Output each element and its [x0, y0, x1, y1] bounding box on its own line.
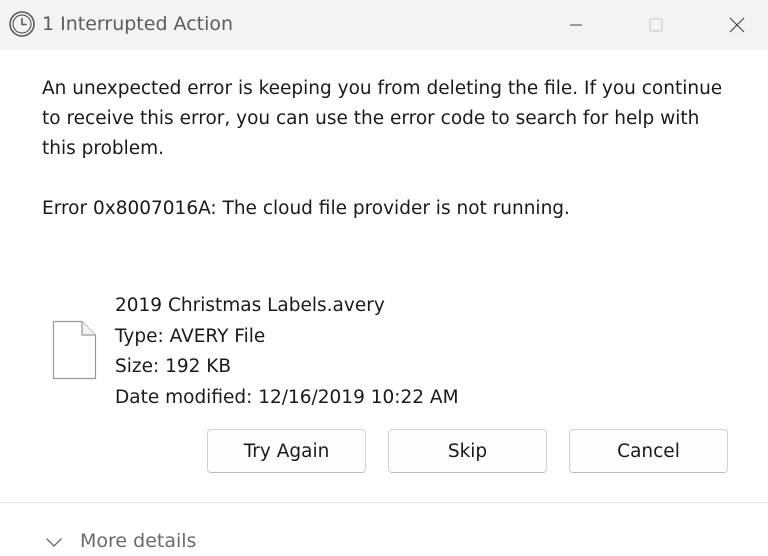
close-icon: [729, 17, 745, 33]
footer-divider: [0, 502, 768, 503]
error-code-text: Error 0x8007016A: The cloud file provide…: [42, 198, 570, 219]
message-line: to receive this error, you can use the e…: [42, 108, 700, 129]
try-again-button[interactable]: Try Again: [207, 429, 366, 473]
error-message: An unexpected error is keeping you from …: [42, 74, 742, 164]
maximize-icon: [649, 18, 663, 32]
generic-file-icon: [52, 320, 97, 380]
file-type: Type: AVERY File: [115, 325, 266, 347]
title-bar[interactable]: 1 Interrupted Action: [0, 0, 768, 50]
more-details-toggle[interactable]: More details: [44, 526, 196, 556]
message-line: An unexpected error is keeping you from …: [42, 78, 723, 99]
cancel-button[interactable]: Cancel: [569, 429, 728, 473]
window-title: 1 Interrupted Action: [42, 13, 234, 35]
file-size: Size: 192 KB: [115, 356, 232, 377]
minimize-icon: [570, 24, 582, 26]
file-date-modified: Date modified: 12/16/2019 10:22 AM: [115, 386, 459, 408]
more-details-label: More details: [80, 530, 197, 552]
file-details: 2019 Christmas Labels.avery Type: AVERY …: [115, 291, 459, 413]
maximize-button[interactable]: [616, 0, 696, 50]
skip-button[interactable]: Skip: [388, 429, 547, 473]
file-name: 2019 Christmas Labels.avery: [115, 295, 385, 316]
close-button[interactable]: [697, 0, 768, 50]
interrupted-action-dialog: 1 Interrupted Action An unexpected error…: [0, 0, 768, 556]
minimize-button[interactable]: [536, 0, 616, 50]
message-line: this problem.: [42, 138, 165, 159]
chevron-down-icon: [44, 534, 64, 548]
clock-icon: [8, 10, 36, 38]
